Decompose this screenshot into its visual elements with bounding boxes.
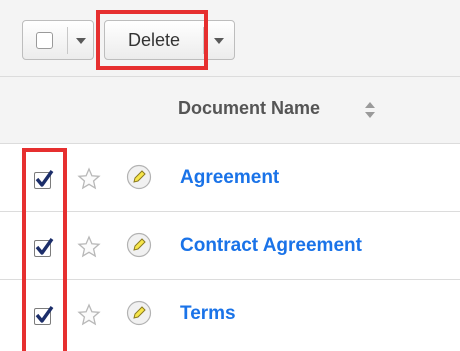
document-name-link[interactable]: Terms: [180, 303, 236, 325]
column-title-document-name[interactable]: Document Name: [178, 98, 320, 119]
edit-pencil-icon[interactable]: [126, 232, 152, 258]
button-divider: [203, 27, 204, 54]
select-all-checkbox[interactable]: [36, 32, 53, 49]
favorite-star-icon[interactable]: [77, 303, 101, 327]
actions-button-group[interactable]: Delete: [104, 20, 235, 60]
actions-caret-down-icon[interactable]: [214, 38, 224, 44]
list-header: Document Name: [0, 77, 460, 144]
favorite-star-icon[interactable]: [77, 167, 101, 191]
list-item: Contract Agreement: [0, 212, 460, 280]
favorite-star-icon[interactable]: [77, 235, 101, 259]
sort-icon[interactable]: [364, 101, 376, 119]
caret-down-icon[interactable]: [76, 38, 86, 44]
list-item: Terms: [0, 280, 460, 351]
document-name-link[interactable]: Contract Agreement: [180, 235, 362, 257]
button-divider: [67, 27, 68, 54]
edit-pencil-icon[interactable]: [126, 300, 152, 326]
checkmark-icon: [35, 306, 54, 323]
document-name-link[interactable]: Agreement: [180, 167, 279, 189]
row-checkbox[interactable]: [34, 170, 54, 189]
row-checkbox[interactable]: [34, 306, 54, 325]
checkmark-icon: [35, 170, 54, 187]
select-all-dropdown[interactable]: [22, 20, 94, 60]
list-item: Agreement: [0, 144, 460, 212]
delete-button[interactable]: Delete: [105, 21, 203, 59]
checkmark-icon: [35, 238, 54, 255]
edit-pencil-icon[interactable]: [126, 164, 152, 190]
row-checkbox[interactable]: [34, 238, 54, 257]
list-toolbar: Delete: [0, 0, 460, 77]
